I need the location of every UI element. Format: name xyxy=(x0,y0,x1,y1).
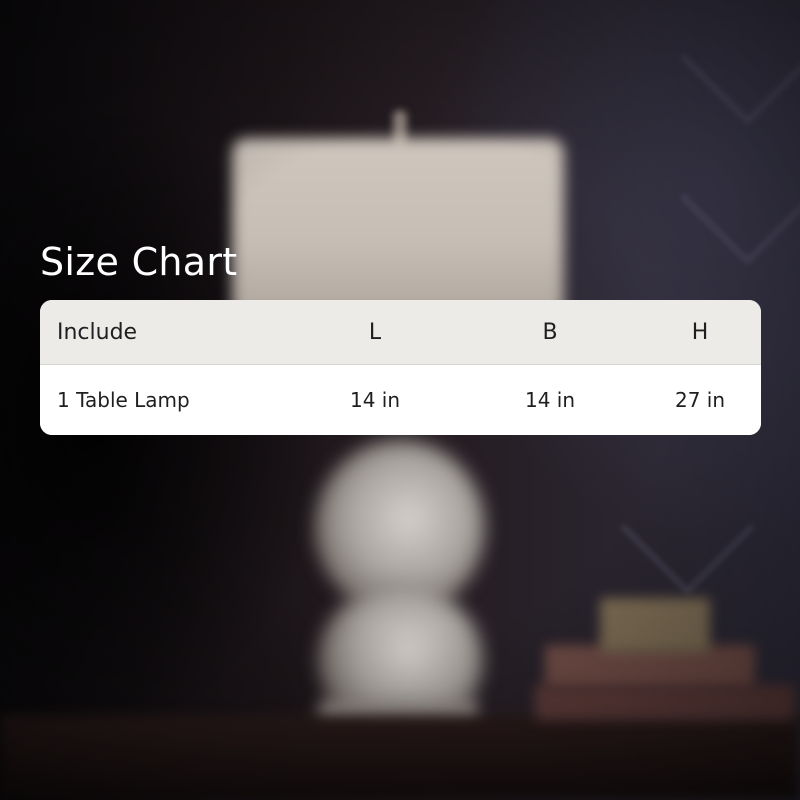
cell-height: 27 in xyxy=(674,388,726,412)
table-header-row: Include L B H xyxy=(40,300,761,365)
page-title: Size Chart xyxy=(40,240,238,284)
header-include: Include xyxy=(57,319,138,345)
cell-breadth: 14 in xyxy=(524,388,576,412)
header-breadth: B xyxy=(542,319,558,345)
header-length: L xyxy=(368,319,382,345)
size-chart-table: Include L B H 1 Table Lamp 14 in 14 in 2… xyxy=(40,300,761,435)
cell-length: 14 in xyxy=(349,388,401,412)
table-row: 1 Table Lamp 14 in 14 in 27 in xyxy=(40,365,761,435)
header-height: H xyxy=(691,319,709,345)
cell-item: 1 Table Lamp xyxy=(57,388,190,412)
